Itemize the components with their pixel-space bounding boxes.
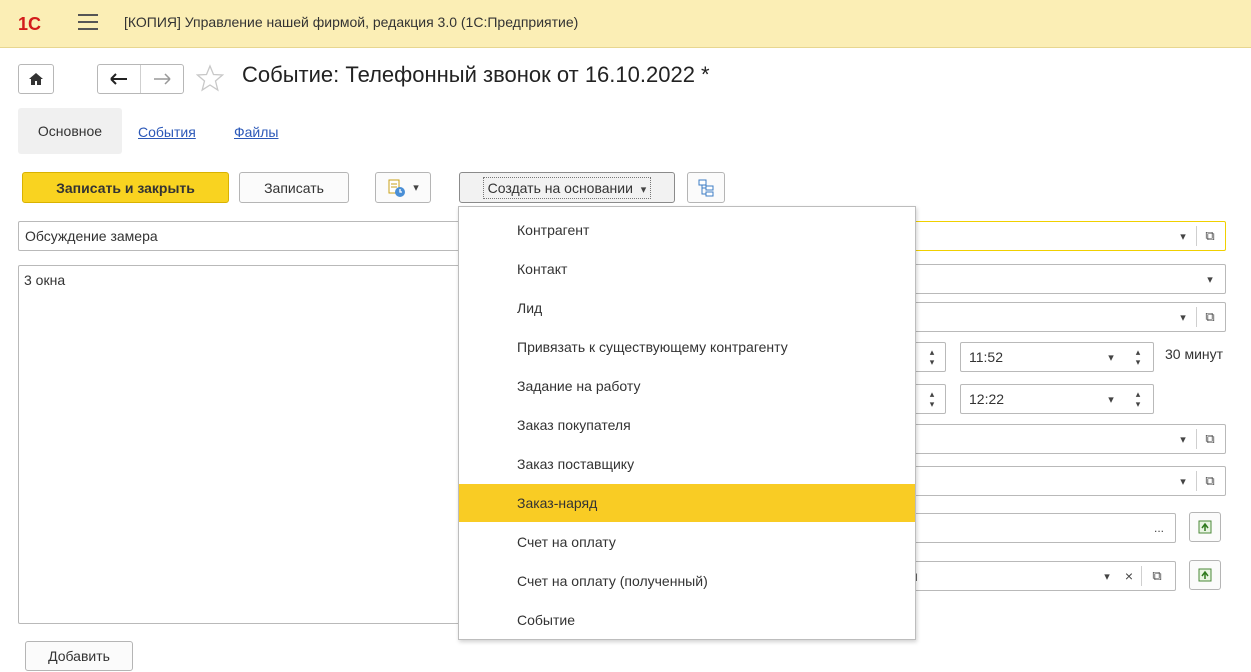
1c-logo[interactable]: 1С [18, 14, 58, 34]
refresh-document-icon [1198, 520, 1212, 534]
tab-events[interactable]: События [138, 124, 196, 140]
end-time-value: 12:22 [969, 391, 1005, 407]
home-icon [29, 73, 43, 85]
document-title: Событие: Телефонный звонок от 16.10.2022… [242, 62, 710, 87]
open-form-icon[interactable]: ⧉ [1198, 302, 1222, 332]
arrow-left-icon [110, 73, 127, 85]
history-buttons [97, 64, 184, 94]
open-form-icon[interactable]: ⧉ [1198, 466, 1222, 496]
dropdown-arrow-icon[interactable]: ▾ [1100, 384, 1122, 414]
duration-label: 30 минут [1165, 346, 1224, 362]
logo-text: 1С [18, 14, 42, 34]
create-based-label: Создать на основании [487, 179, 633, 196]
menu-item-work-task[interactable]: Задание на работу [459, 367, 915, 405]
time-spinner-icon[interactable]: ▴ ▾ [1128, 344, 1148, 370]
tab-files[interactable]: Файлы [234, 124, 278, 140]
menu-item-lead[interactable]: Лид [459, 289, 915, 327]
time-spinner-icon[interactable]: ▴ ▾ [1128, 386, 1148, 412]
menu-item-counterparty[interactable]: Контрагент [459, 211, 915, 249]
menu-item-sales-order[interactable]: Заказ покупателя [459, 406, 915, 444]
menu-hamburger-icon[interactable] [78, 14, 98, 30]
menu-item-link-counterparty[interactable]: Привязать к существующему контрагенту [459, 328, 915, 366]
save-and-close-button[interactable]: Записать и закрыть [22, 172, 229, 203]
create-based-on-menu: Контрагент Контакт Лид Привязать к сущес… [458, 206, 916, 640]
date-spinner-icon[interactable]: ▴ ▾ [922, 386, 942, 412]
attach-file-button[interactable]: ▾ [375, 172, 431, 203]
app-title: [КОПИЯ] Управление нашей фирмой, редакци… [124, 14, 579, 30]
open-form-icon[interactable]: ⧉ [1198, 424, 1222, 454]
dropdown-arrow-icon[interactable]: ▾ [1171, 221, 1195, 251]
open-form-icon[interactable]: ⧉ [1144, 561, 1170, 591]
select-ellipsis-button[interactable]: ... [1146, 513, 1172, 543]
menu-item-contact[interactable]: Контакт [459, 250, 915, 288]
structure-button[interactable] [687, 172, 725, 203]
start-time-value: 11:52 [969, 349, 1003, 365]
forward-button[interactable] [141, 65, 183, 93]
clear-icon[interactable]: × [1118, 561, 1140, 591]
create-based-on-button[interactable]: Создать на основании ▾ [459, 172, 675, 203]
menu-item-event[interactable]: Событие [459, 601, 915, 639]
open-form-icon[interactable]: ⧉ [1198, 221, 1222, 251]
menu-item-purchase-order[interactable]: Заказ поставщику [459, 445, 915, 483]
tab-main[interactable]: Основное [18, 108, 122, 154]
content-textarea[interactable]: 3 окна [18, 265, 466, 624]
date-spinner-icon[interactable]: ▴ ▾ [922, 344, 942, 370]
fill-button[interactable] [1189, 560, 1221, 590]
hierarchy-icon [698, 179, 714, 196]
add-button[interactable]: Добавить [25, 641, 133, 671]
menu-item-work-order[interactable]: Заказ-наряд [459, 484, 915, 522]
document-clock-icon [388, 179, 406, 197]
chevron-down-icon: ▾ [640, 183, 647, 196]
arrow-right-icon [154, 73, 171, 85]
favorite-star-icon[interactable] [195, 64, 226, 94]
dropdown-arrow-icon[interactable]: ▾ [1171, 466, 1195, 496]
back-button[interactable] [98, 65, 140, 93]
chevron-down-icon: ▾ [413, 182, 419, 194]
subject-type-field[interactable] [900, 264, 1226, 294]
refresh-document-icon [1198, 568, 1212, 582]
subject-field[interactable]: Обсуждение замера [18, 221, 466, 251]
dropdown-arrow-icon[interactable]: ▾ [1198, 264, 1222, 294]
dropdown-arrow-icon[interactable]: ▾ [1096, 561, 1118, 591]
fill-button[interactable] [1189, 512, 1221, 542]
home-button[interactable] [18, 64, 54, 94]
dropdown-arrow-icon[interactable]: ▾ [1171, 424, 1195, 454]
dropdown-arrow-icon[interactable]: ▾ [1171, 302, 1195, 332]
menu-item-invoice-received[interactable]: Счет на оплату (полученный) [459, 562, 915, 600]
menu-item-invoice[interactable]: Счет на оплату [459, 523, 915, 561]
dropdown-arrow-icon[interactable]: ▾ [1100, 342, 1122, 372]
based-on-field[interactable] [900, 513, 1176, 543]
save-button[interactable]: Записать [239, 172, 349, 203]
